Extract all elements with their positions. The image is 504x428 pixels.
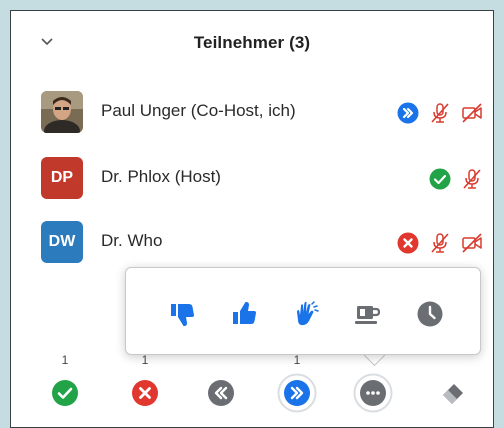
no-count: 1 [141, 353, 149, 367]
participant-name: Paul Unger (Co-Host, ich) [101, 101, 296, 120]
video-off-icon[interactable] [461, 232, 483, 254]
mic-muted-icon[interactable] [461, 168, 483, 190]
check-icon [429, 168, 451, 190]
participant-row[interactable]: DP Dr. Phlox (Host) [11, 153, 493, 203]
participant-name: Dr. Phlox (Host) [101, 167, 221, 186]
panel-header: Teilnehmer (3) [11, 11, 493, 75]
avatar-initials: DW [48, 233, 76, 250]
mic-muted-icon[interactable] [429, 232, 451, 254]
yes-button[interactable] [45, 373, 85, 413]
participants-panel: Teilnehmer (3) Paul Unger (Co-Host, ich) [10, 10, 494, 428]
eraser-icon[interactable] [433, 373, 473, 413]
faster-count: 1 [293, 353, 301, 367]
thumbs-up-icon[interactable] [230, 300, 258, 328]
participant-name: Dr. Who [101, 231, 163, 250]
avatar-initials: DP [50, 169, 74, 186]
clap-icon[interactable] [292, 300, 320, 328]
no-button[interactable] [125, 373, 165, 413]
yes-count: 1 [61, 353, 69, 367]
avatar: DP [41, 157, 83, 199]
clock-icon[interactable] [416, 300, 444, 328]
participant-row[interactable]: DW Dr. Who [11, 217, 493, 267]
avatar: DW [41, 221, 83, 263]
faster-icon [397, 102, 419, 124]
video-off-icon[interactable] [461, 102, 483, 124]
more-button[interactable] [353, 373, 393, 413]
avatar [41, 91, 83, 133]
participant-row[interactable]: Paul Unger (Co-Host, ich) [11, 87, 493, 137]
no-icon [397, 232, 419, 254]
reactions-popup [125, 267, 481, 355]
thumbs-down-icon[interactable] [168, 300, 196, 328]
faster-button[interactable] [277, 373, 317, 413]
mic-muted-icon[interactable] [429, 102, 451, 124]
slower-button[interactable] [201, 373, 241, 413]
panel-title: Teilnehmer (3) [193, 33, 311, 52]
coffee-icon[interactable] [354, 300, 382, 328]
